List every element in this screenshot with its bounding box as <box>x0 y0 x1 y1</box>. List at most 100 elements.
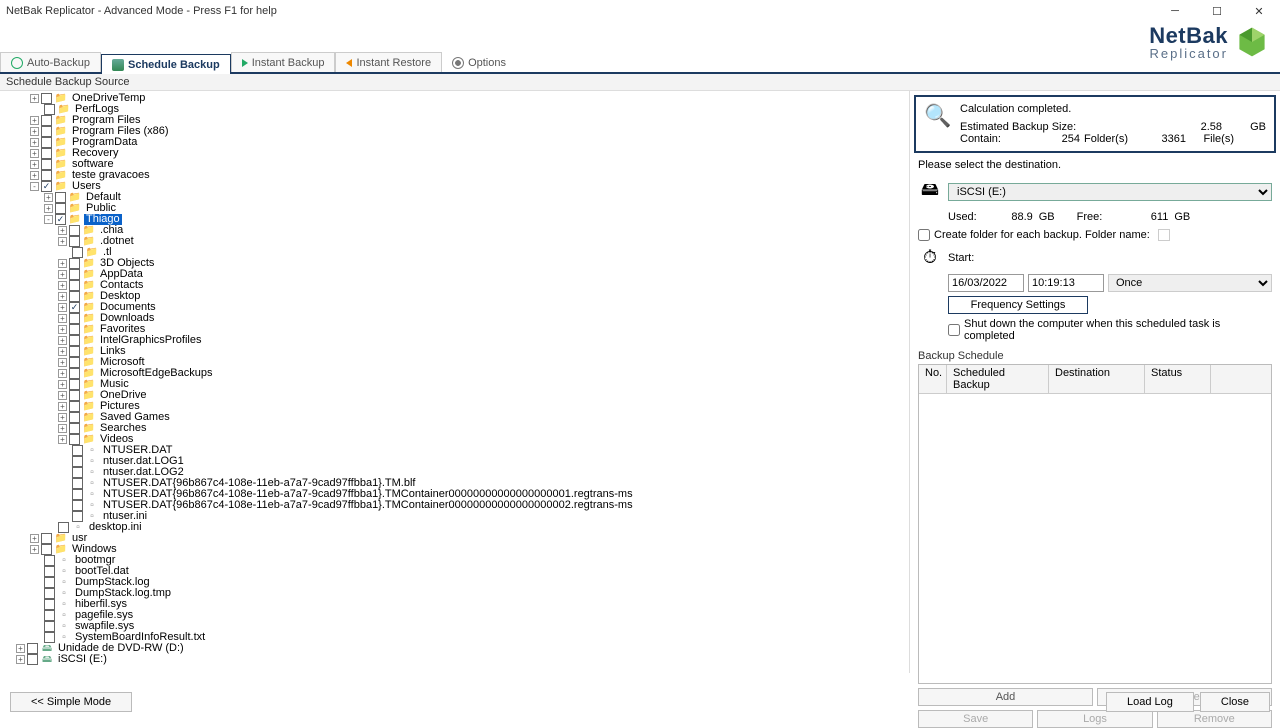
tree-checkbox[interactable] <box>69 236 80 247</box>
tree-node[interactable]: +📁ProgramData <box>2 137 907 148</box>
tree-checkbox[interactable] <box>41 137 52 148</box>
tree-node[interactable]: +📁Searches <box>2 423 907 434</box>
backup-schedule-table[interactable]: No. Scheduled Backup Destination Status <box>918 364 1272 684</box>
expander-icon[interactable]: + <box>30 171 39 180</box>
expander-icon[interactable]: + <box>58 259 67 268</box>
shutdown-checkbox[interactable] <box>948 324 960 336</box>
expander-icon[interactable]: + <box>58 325 67 334</box>
tree-checkbox[interactable] <box>55 214 66 225</box>
tree-node[interactable]: +📁.chia <box>2 225 907 236</box>
tree-checkbox[interactable] <box>44 621 55 632</box>
tree-checkbox[interactable] <box>69 368 80 379</box>
expander-icon[interactable]: + <box>58 226 67 235</box>
tree-node[interactable]: +🖴Unidade de DVD-RW (D:) <box>2 643 907 654</box>
expander-icon[interactable]: + <box>58 413 67 422</box>
tree-checkbox[interactable] <box>44 588 55 599</box>
tree-checkbox[interactable] <box>44 599 55 610</box>
expander-icon[interactable]: + <box>58 424 67 433</box>
tree-checkbox[interactable] <box>41 115 52 126</box>
tree-node[interactable]: -📁Thiago <box>2 214 907 225</box>
expander-icon[interactable]: + <box>58 347 67 356</box>
expander-icon[interactable]: + <box>58 380 67 389</box>
tree-checkbox[interactable] <box>41 170 52 181</box>
tree-checkbox[interactable] <box>69 225 80 236</box>
expander-icon[interactable]: + <box>30 138 39 147</box>
tree-checkbox[interactable] <box>69 313 80 324</box>
tree-checkbox[interactable] <box>44 555 55 566</box>
tree-node[interactable]: +📁Default <box>2 192 907 203</box>
tree-checkbox[interactable] <box>69 291 80 302</box>
expander-icon[interactable]: + <box>58 281 67 290</box>
tree-checkbox[interactable] <box>69 280 80 291</box>
tree-checkbox[interactable] <box>69 335 80 346</box>
expander-icon[interactable]: + <box>58 292 67 301</box>
tree-checkbox[interactable] <box>27 643 38 654</box>
expander-icon[interactable]: + <box>58 237 67 246</box>
expander-icon[interactable]: + <box>30 160 39 169</box>
tree-checkbox[interactable] <box>72 489 83 500</box>
tree-node[interactable]: +📁Windows <box>2 544 907 555</box>
tree-checkbox[interactable] <box>44 577 55 588</box>
tree-checkbox[interactable] <box>72 456 83 467</box>
tree-checkbox[interactable] <box>27 654 38 665</box>
tree-checkbox[interactable] <box>72 500 83 511</box>
tree-checkbox[interactable] <box>41 148 52 159</box>
tree-checkbox[interactable] <box>72 478 83 489</box>
expander-icon[interactable]: + <box>30 94 39 103</box>
expander-icon[interactable]: + <box>30 534 39 543</box>
tree-checkbox[interactable] <box>72 247 83 258</box>
tree-node[interactable]: +📁usr <box>2 533 907 544</box>
tree-checkbox[interactable] <box>41 544 52 555</box>
expander-icon[interactable]: + <box>58 402 67 411</box>
tree-checkbox[interactable] <box>41 126 52 137</box>
start-date-input[interactable] <box>948 274 1024 292</box>
tab-auto-backup[interactable]: Auto-Backup <box>0 52 101 72</box>
tree-node[interactable]: ▫bootmgr <box>2 555 907 566</box>
expander-icon[interactable]: + <box>58 270 67 279</box>
expander-icon[interactable]: - <box>44 215 53 224</box>
tree-checkbox[interactable] <box>69 258 80 269</box>
tree-checkbox[interactable] <box>69 401 80 412</box>
tree-node[interactable]: ▫pagefile.sys <box>2 610 907 621</box>
tree-checkbox[interactable] <box>44 610 55 621</box>
expander-icon[interactable]: + <box>58 303 67 312</box>
tree-node[interactable]: +📁Program Files (x86) <box>2 126 907 137</box>
expander-icon[interactable]: + <box>58 391 67 400</box>
expander-icon[interactable]: + <box>30 116 39 125</box>
load-log-button[interactable]: Load Log <box>1106 692 1194 712</box>
frequency-settings-button[interactable]: Frequency Settings <box>948 296 1088 314</box>
expander-icon[interactable]: + <box>58 435 67 444</box>
col-scheduled[interactable]: Scheduled Backup <box>947 365 1049 393</box>
tree-node[interactable]: +📁OneDriveTemp <box>2 93 907 104</box>
tree-node[interactable]: +📁IntelGraphicsProfiles <box>2 335 907 346</box>
col-status[interactable]: Status <box>1145 365 1211 393</box>
tree-checkbox[interactable] <box>41 181 52 192</box>
tree-node[interactable]: +📁.dotnet <box>2 236 907 247</box>
tree-checkbox[interactable] <box>69 269 80 280</box>
frequency-select[interactable]: Once <box>1108 274 1272 292</box>
tree-checkbox[interactable] <box>55 192 66 203</box>
tree-checkbox[interactable] <box>69 379 80 390</box>
tree-checkbox[interactable] <box>69 434 80 445</box>
destination-select[interactable]: iSCSI (E:) <box>948 183 1272 201</box>
tree-checkbox[interactable] <box>69 390 80 401</box>
tree-node[interactable]: +📁Recovery <box>2 148 907 159</box>
expander-icon[interactable]: + <box>58 314 67 323</box>
tree-checkbox[interactable] <box>41 93 52 104</box>
expander-icon[interactable]: + <box>44 193 53 202</box>
close-window-button[interactable]: ✕ <box>1238 0 1280 22</box>
tree-checkbox[interactable] <box>41 159 52 170</box>
tree-checkbox[interactable] <box>69 423 80 434</box>
tree-checkbox[interactable] <box>41 533 52 544</box>
tree-checkbox[interactable] <box>69 412 80 423</box>
tree-checkbox[interactable] <box>58 522 69 533</box>
expander-icon[interactable]: - <box>30 182 39 191</box>
expander-icon[interactable]: + <box>44 204 53 213</box>
col-no[interactable]: No. <box>919 365 947 393</box>
tree-checkbox[interactable] <box>69 324 80 335</box>
maximize-button[interactable]: ☐ <box>1196 0 1238 22</box>
expander-icon[interactable]: + <box>58 358 67 367</box>
tree-node[interactable]: ▫hiberfil.sys <box>2 599 907 610</box>
expander-icon[interactable]: + <box>16 655 25 664</box>
tree-checkbox[interactable] <box>72 445 83 456</box>
